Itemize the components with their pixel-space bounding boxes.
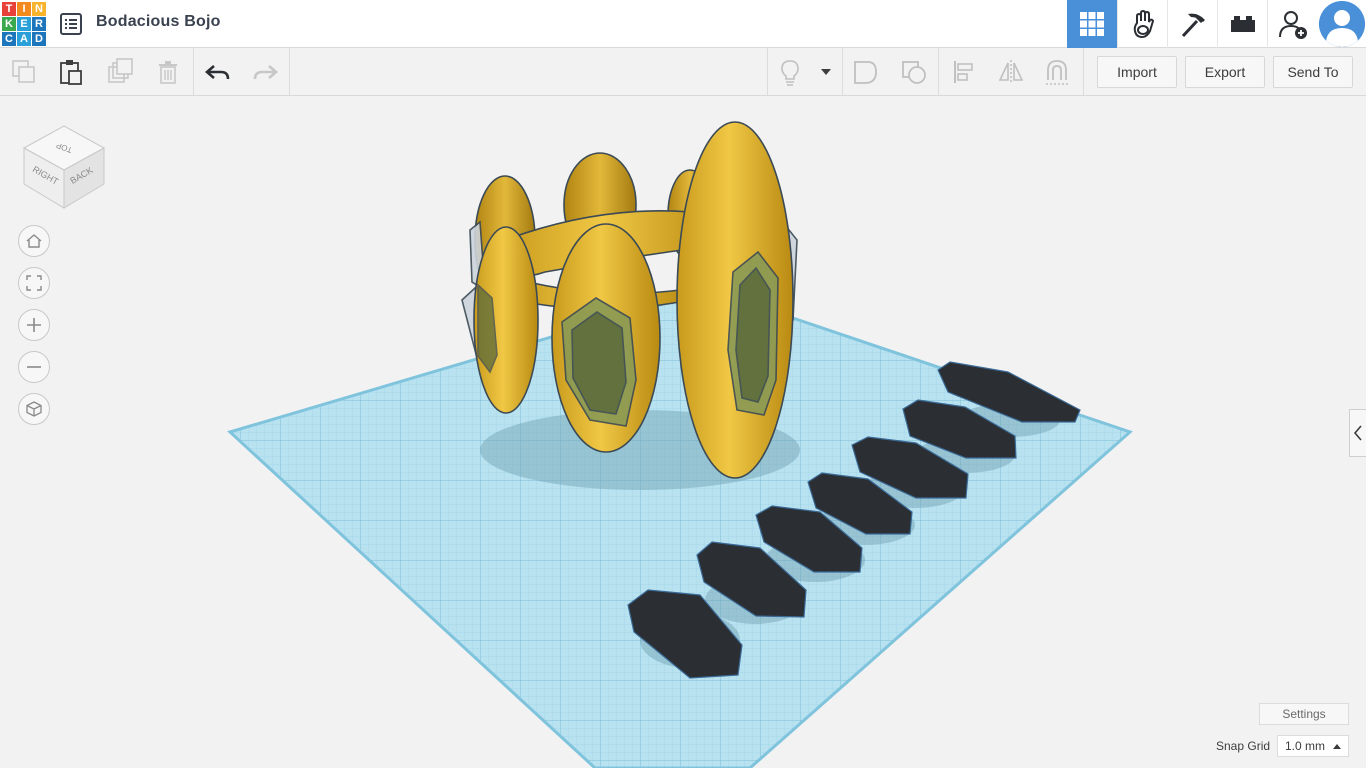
export-button[interactable]: Export bbox=[1185, 56, 1265, 88]
toolbar-divider bbox=[842, 48, 843, 95]
undo-icon[interactable] bbox=[204, 58, 232, 86]
home-view-button[interactable] bbox=[18, 225, 50, 257]
logo-letter: N bbox=[32, 2, 46, 16]
snap-grid-label: Snap Grid bbox=[1216, 739, 1271, 753]
duplicate-icon[interactable] bbox=[106, 58, 134, 86]
logo-letter: I bbox=[17, 2, 31, 16]
lego-view-button[interactable] bbox=[1217, 0, 1267, 48]
workplane-settings-button[interactable]: Settings bbox=[1259, 703, 1349, 725]
cruise-icon[interactable] bbox=[1043, 58, 1071, 86]
zoom-in-button[interactable] bbox=[18, 309, 50, 341]
user-avatar[interactable] bbox=[1319, 1, 1365, 47]
cube-icon bbox=[26, 401, 42, 417]
logo-letter: K bbox=[2, 17, 16, 31]
lightbulb-icon[interactable] bbox=[776, 58, 804, 86]
logo-letter: C bbox=[2, 32, 16, 46]
logo-letter: D bbox=[32, 32, 46, 46]
top-header: T I N K E R C A D Bodacious Bojo bbox=[0, 0, 1366, 48]
pickaxe-icon bbox=[1181, 13, 1205, 38]
logo-letter: A bbox=[17, 32, 31, 46]
toolbar-divider bbox=[193, 48, 194, 95]
perspective-toggle-button[interactable] bbox=[18, 393, 50, 425]
3d-viewport[interactable] bbox=[0, 96, 1366, 768]
minus-icon bbox=[27, 366, 41, 368]
caret-up-icon bbox=[1333, 744, 1341, 749]
glove-hand-icon bbox=[1133, 9, 1154, 39]
view-cube[interactable]: TOP RIGHT BACK bbox=[20, 118, 108, 210]
toolbar-divider bbox=[1083, 48, 1084, 95]
logo-letter: E bbox=[17, 17, 31, 31]
align-icon[interactable] bbox=[950, 58, 978, 86]
plus-icon bbox=[27, 318, 41, 332]
ungroup-icon[interactable] bbox=[900, 58, 928, 86]
delete-icon[interactable] bbox=[154, 58, 182, 86]
bricks-view-button[interactable] bbox=[1167, 0, 1217, 48]
paste-icon[interactable] bbox=[57, 58, 85, 86]
zoom-out-button[interactable] bbox=[18, 351, 50, 383]
import-button[interactable]: Import bbox=[1097, 56, 1177, 88]
send-to-button[interactable]: Send To bbox=[1273, 56, 1353, 88]
toolbar-divider bbox=[767, 48, 768, 95]
logo-letter: R bbox=[32, 17, 46, 31]
logo-letter: T bbox=[2, 2, 16, 16]
chevron-down-icon[interactable] bbox=[812, 58, 840, 86]
home-icon bbox=[26, 234, 42, 248]
fit-view-button[interactable] bbox=[18, 267, 50, 299]
grid-icon bbox=[1080, 12, 1104, 36]
brick-icon bbox=[1230, 16, 1255, 32]
3d-design-view-button[interactable] bbox=[1067, 0, 1117, 48]
user-avatar-icon bbox=[1319, 1, 1365, 47]
invite-user-button[interactable] bbox=[1267, 0, 1317, 48]
design-title[interactable]: Bodacious Bojo bbox=[96, 13, 221, 31]
mirror-icon[interactable] bbox=[997, 58, 1025, 86]
redo-icon[interactable] bbox=[251, 58, 279, 86]
shapes-panel-toggle[interactable] bbox=[1349, 409, 1366, 457]
design-list-button[interactable] bbox=[58, 11, 84, 37]
edit-toolbar: Import Export Send To bbox=[0, 48, 1366, 96]
chevron-left-icon bbox=[1353, 425, 1362, 441]
list-icon bbox=[60, 13, 82, 35]
group-icon[interactable] bbox=[852, 58, 880, 86]
copy-icon[interactable] bbox=[10, 58, 38, 86]
toolbar-divider bbox=[938, 48, 939, 95]
toolbar-divider bbox=[289, 48, 290, 95]
fit-all-icon bbox=[26, 275, 42, 291]
tinkercad-logo[interactable]: T I N K E R C A D bbox=[2, 2, 46, 46]
blocks-view-button[interactable] bbox=[1117, 0, 1167, 48]
snap-grid-select[interactable]: 1.0 mm bbox=[1277, 735, 1349, 757]
add-user-icon bbox=[1278, 11, 1307, 39]
snap-grid-value: 1.0 mm bbox=[1285, 739, 1326, 753]
